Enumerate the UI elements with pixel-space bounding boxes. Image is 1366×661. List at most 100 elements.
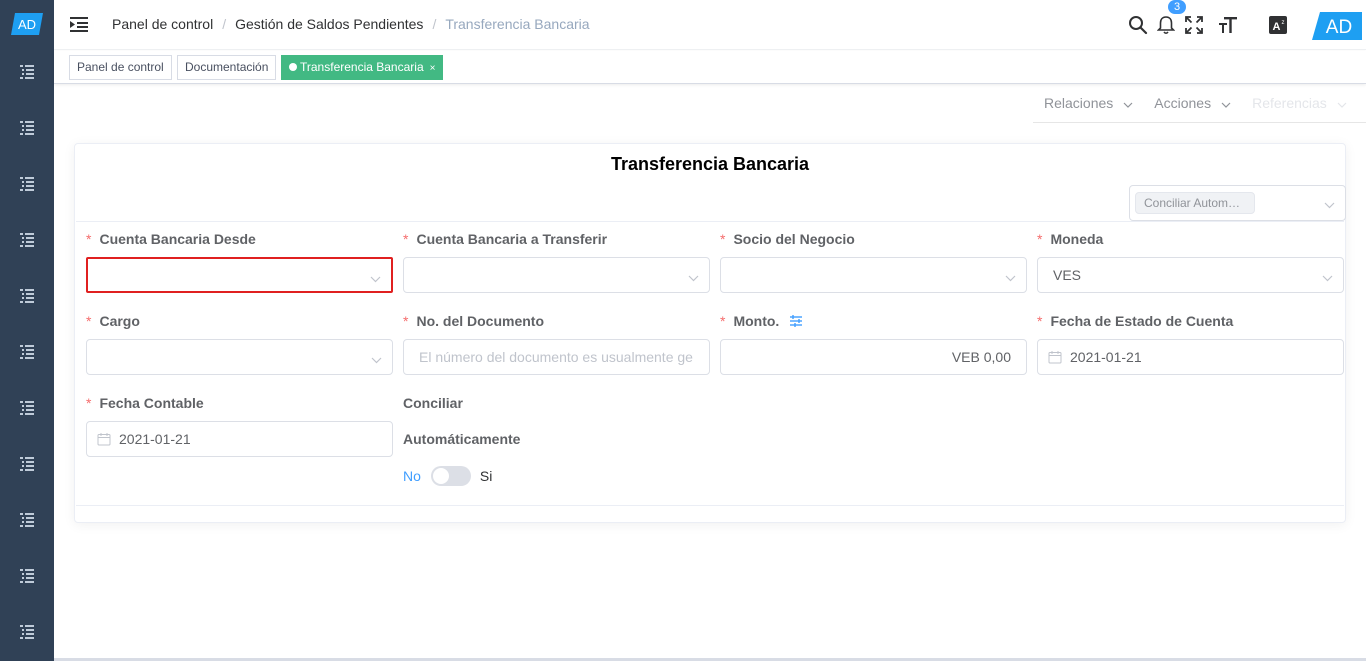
references-label: Referencias bbox=[1252, 95, 1327, 111]
svg-text:AD: AD bbox=[1326, 17, 1352, 38]
auto-reconcile-select[interactable]: Conciliar Autom… bbox=[1129, 185, 1346, 221]
tag-bank-transfer[interactable]: Transferencia Bancaria × bbox=[281, 55, 444, 80]
breadcrumb-separator: / bbox=[432, 16, 437, 32]
required-mark: * bbox=[403, 231, 409, 247]
bank-to-select[interactable] bbox=[403, 257, 710, 293]
accounting-date-picker[interactable]: 2021-01-21 bbox=[86, 421, 393, 457]
relations-label: Relaciones bbox=[1044, 95, 1114, 111]
label-reconcile-line1: Conciliar bbox=[403, 395, 463, 411]
date-value: 2021-01-21 bbox=[119, 431, 191, 447]
tree-list-icon bbox=[20, 457, 34, 471]
action-menu: Relaciones Acciones Referencias bbox=[1033, 84, 1366, 123]
svg-text:A: A bbox=[1273, 21, 1281, 33]
partner-select[interactable] bbox=[720, 257, 1027, 293]
label-bank-to: * Cuenta Bancaria a Transferir bbox=[403, 231, 607, 247]
label-text: Cuenta Bancaria a Transferir bbox=[416, 231, 608, 247]
label-text: Fecha de Estado de Cuenta bbox=[1050, 313, 1234, 329]
tree-list-icon bbox=[20, 345, 34, 359]
label-bank-from: * Cuenta Bancaria Desde bbox=[86, 231, 256, 247]
chevron-down-icon bbox=[1005, 269, 1016, 285]
required-mark: * bbox=[720, 313, 726, 329]
form-title: Transferencia Bancaria bbox=[610, 154, 810, 174]
label-statement-date: * Fecha de Estado de Cuenta bbox=[1037, 313, 1233, 329]
auto-reconcile-chip[interactable]: Conciliar Autom… bbox=[1135, 192, 1255, 214]
breadcrumb-item-dashboard[interactable]: Panel de control bbox=[112, 16, 213, 32]
label-text: Moneda bbox=[1050, 231, 1104, 247]
switch-on-label[interactable]: Si bbox=[480, 468, 492, 484]
sidebar-menu-item[interactable] bbox=[15, 173, 39, 195]
font-size-icon[interactable] bbox=[1217, 14, 1239, 36]
references-menu[interactable]: Referencias bbox=[1252, 95, 1347, 111]
tag-label: Transferencia Bancaria bbox=[300, 60, 424, 74]
logo-icon[interactable]: AD bbox=[11, 13, 43, 35]
label-reconcile-line2: Automáticamente bbox=[403, 431, 521, 447]
required-mark: * bbox=[720, 231, 726, 247]
breadcrumb-item-current: Transferencia Bancaria bbox=[445, 16, 590, 32]
chevron-down-icon bbox=[370, 270, 381, 286]
actions-menu[interactable]: Acciones bbox=[1154, 95, 1231, 111]
label-charge: * Cargo bbox=[86, 313, 140, 329]
label-amount: * Monto. bbox=[720, 313, 803, 329]
avatar[interactable]: AD bbox=[1312, 12, 1362, 40]
sidebar-menu-item[interactable] bbox=[15, 229, 39, 251]
bell-icon[interactable] bbox=[1155, 14, 1177, 36]
tag-label: Panel de control bbox=[77, 60, 164, 74]
language-icon[interactable]: Az bbox=[1267, 14, 1289, 36]
hamburger-icon[interactable] bbox=[70, 15, 88, 33]
switch-off-label[interactable]: No bbox=[403, 468, 421, 484]
label-doc-no: * No. del Documento bbox=[403, 313, 544, 329]
chevron-down-icon bbox=[1221, 95, 1231, 111]
statement-date-picker[interactable]: 2021-01-21 bbox=[1037, 339, 1344, 375]
input-placeholder: El número del documento es usualmente ge bbox=[419, 349, 693, 365]
reconcile-toggle[interactable] bbox=[430, 466, 471, 486]
amount-input[interactable]: VEB 0,00 bbox=[720, 339, 1027, 375]
breadcrumb-item-balances[interactable]: Gestión de Saldos Pendientes bbox=[235, 16, 423, 32]
label-text: Fecha Contable bbox=[99, 395, 204, 411]
actions-label: Acciones bbox=[1154, 95, 1212, 111]
date-value: 2021-01-21 bbox=[1070, 349, 1142, 365]
tree-list-icon bbox=[20, 289, 34, 303]
required-mark: * bbox=[86, 395, 92, 411]
sidebar-menu-item[interactable] bbox=[15, 117, 39, 139]
label-currency: * Moneda bbox=[1037, 231, 1103, 247]
reconcile-switch-row: No Si bbox=[403, 466, 492, 486]
sidebar-menu-item[interactable] bbox=[15, 621, 39, 643]
relations-menu[interactable]: Relaciones bbox=[1044, 95, 1133, 111]
label-text: Monto. bbox=[733, 313, 780, 329]
sidebar-menu-item[interactable] bbox=[15, 61, 39, 83]
select-value: VES bbox=[1053, 267, 1082, 283]
tree-list-icon bbox=[20, 625, 34, 639]
close-icon[interactable]: × bbox=[430, 63, 436, 74]
search-icon[interactable] bbox=[1127, 14, 1149, 36]
label-partner: * Socio del Negocio bbox=[720, 231, 855, 247]
charge-select[interactable] bbox=[86, 339, 393, 375]
tag-label: Documentación bbox=[185, 60, 269, 74]
tags-view: Panel de control Documentación Transfere… bbox=[54, 51, 1366, 84]
label-accounting-date: * Fecha Contable bbox=[86, 395, 204, 411]
svg-text:AD: AD bbox=[18, 17, 36, 32]
amount-value: VEB 0,00 bbox=[951, 349, 1011, 365]
tree-list-icon bbox=[20, 177, 34, 191]
sidebar-menu-item[interactable] bbox=[15, 509, 39, 531]
sidebar-menu-item[interactable] bbox=[15, 453, 39, 475]
sliders-icon[interactable] bbox=[789, 314, 803, 328]
sidebar-menu-item[interactable] bbox=[15, 565, 39, 587]
tag-documentation[interactable]: Documentación bbox=[177, 55, 277, 80]
tag-dashboard[interactable]: Panel de control bbox=[69, 55, 172, 80]
active-dot-icon bbox=[289, 63, 297, 71]
fullscreen-icon[interactable] bbox=[1183, 14, 1205, 36]
sidebar-menu-item[interactable] bbox=[15, 341, 39, 363]
currency-select[interactable]: VES bbox=[1037, 257, 1344, 293]
required-mark: * bbox=[1037, 231, 1043, 247]
navbar: Panel de control / Gestión de Saldos Pen… bbox=[54, 0, 1366, 50]
tree-list-icon bbox=[20, 401, 34, 415]
chevron-down-icon bbox=[688, 269, 699, 285]
doc-no-input[interactable]: El número del documento es usualmente ge bbox=[403, 339, 710, 375]
notification-badge: 3 bbox=[1168, 0, 1186, 14]
tree-list-icon bbox=[20, 65, 34, 79]
calendar-icon bbox=[1048, 350, 1062, 364]
form-card: Transferencia Bancaria Conciliar Autom… bbox=[74, 143, 1346, 523]
sidebar-menu-item[interactable] bbox=[15, 397, 39, 419]
sidebar-menu-item[interactable] bbox=[15, 285, 39, 307]
bank-from-select[interactable] bbox=[86, 257, 393, 293]
